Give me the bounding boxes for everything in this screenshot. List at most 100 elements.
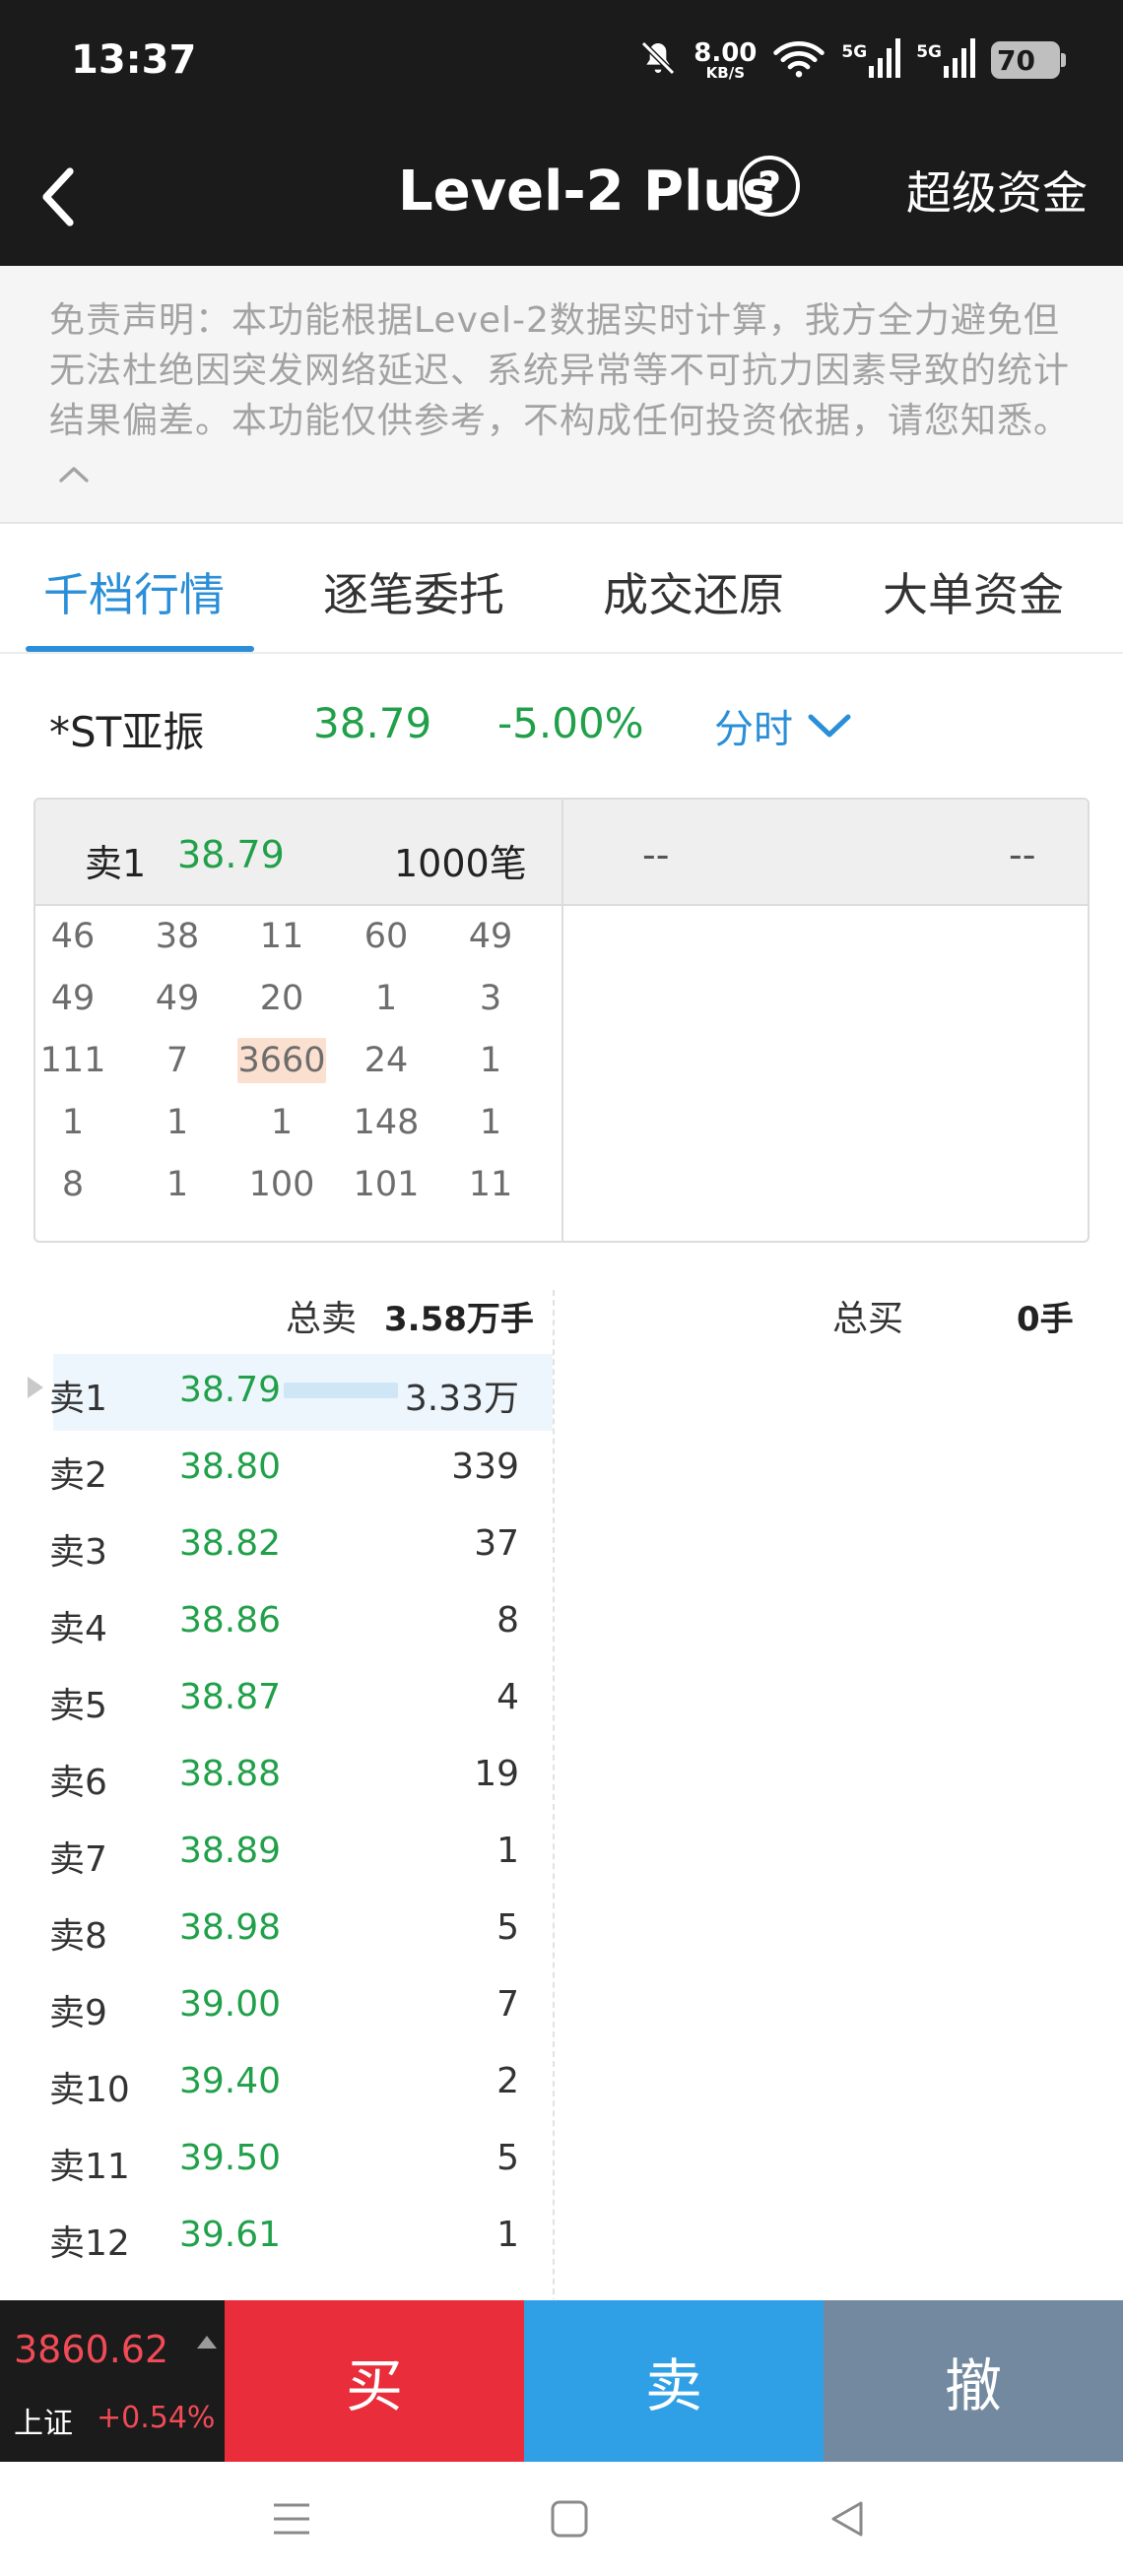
ask-level-label: 卖7 (49, 1839, 107, 1880)
tab-big-order-funds[interactable]: 大单资金 (883, 559, 1064, 624)
queue-cell: 7 (165, 1041, 189, 1080)
queue-right-value: -- (1009, 833, 1036, 876)
help-icon[interactable]: ? (739, 156, 800, 217)
queue-cell: 1 (61, 1103, 85, 1142)
home-square-icon (551, 2500, 588, 2538)
stock-price: 38.79 (313, 699, 432, 747)
ask-row-5[interactable]: 卖5 38.87 4 (0, 1661, 553, 1738)
queue-cell: 1 (270, 1103, 294, 1142)
tab-thousand-level[interactable]: 千档行情 (43, 559, 225, 624)
ask-row-7[interactable]: 卖7 38.89 1 (0, 1815, 553, 1892)
order-book: 总卖 3.58万手 总买 0手 卖1 38.79 3.33万 卖2 38.80 339 卖3… (0, 1280, 1123, 2299)
index-ticker[interactable]: 3860.62 上证 +0.54% (0, 2300, 225, 2462)
queue-cell: 11 (468, 1165, 513, 1204)
sell-button[interactable]: 卖 (524, 2300, 824, 2462)
trade-bar: 3860.62 上证 +0.54% 买 卖 撤 (0, 2300, 1123, 2462)
menu-icon (274, 2503, 309, 2535)
back-triangle-icon (831, 2501, 863, 2537)
ask-volume: 3.33万 (404, 1379, 519, 1419)
period-dropdown[interactable]: 分时 (714, 697, 852, 754)
ask-price: 39.61 (179, 2215, 282, 2255)
disclaimer-panel: 免责声明：本功能根据Level-2数据实时计算，我方全力避免但无法杜绝因突发网络… (0, 266, 1123, 524)
cancel-order-button[interactable]: 撤 (824, 2300, 1123, 2462)
queue-row: 111 7 3660 24 1 (35, 1030, 562, 1091)
queue-cell: 3660 (237, 1038, 326, 1083)
buy-button[interactable]: 买 (225, 2300, 524, 2462)
tab-trade-restore[interactable]: 成交还原 (603, 559, 784, 624)
ask-row-2[interactable]: 卖2 38.80 339 (0, 1431, 553, 1508)
ask-row-8[interactable]: 卖8 38.98 5 (0, 1892, 553, 1968)
queue-cell: 24 (363, 1041, 409, 1080)
total-buy-label: 总买 (832, 1299, 904, 1339)
ask-volume: 37 (474, 1523, 519, 1564)
back-button[interactable] (24, 158, 93, 236)
chevron-up-icon[interactable] (57, 448, 91, 498)
menu-nav-button[interactable] (262, 2491, 321, 2546)
ask-volume: 1 (496, 2215, 519, 2255)
queue-cell: 60 (363, 917, 409, 956)
ask-volume: 5 (496, 2138, 519, 2178)
ask-row-12[interactable]: 卖12 39.61 1 (0, 2199, 553, 2276)
back-nav-button[interactable] (818, 2491, 877, 2546)
tab-tick-orders[interactable]: 逐笔委托 (323, 559, 504, 624)
page-title: Level-2 Plus (398, 160, 775, 224)
stock-change: -5.00% (497, 699, 644, 747)
stock-summary: *ST亚振 38.79 -5.00% 分时 (0, 689, 1123, 768)
queue-cell: 148 (353, 1103, 420, 1142)
ask-price: 39.40 (179, 2061, 282, 2101)
home-nav-button[interactable] (540, 2491, 599, 2546)
disclaimer-text: 免责声明：本功能根据Level-2数据实时计算，我方全力避免但无法杜绝因突发网络… (49, 295, 1093, 498)
order-queue-panel: 卖1 38.79 1000笔 -- -- 46 38 11 60 49 49 49 20 1 3 1… (33, 798, 1090, 1243)
queue-cell: 1 (479, 1103, 502, 1142)
chevron-left-icon (42, 167, 74, 226)
ask-row-4[interactable]: 卖4 38.86 8 (0, 1584, 553, 1661)
ask-price: 38.89 (179, 1831, 282, 1871)
ask-volume: 5 (496, 1907, 519, 1948)
ask-row-6[interactable]: 卖6 38.88 19 (0, 1738, 553, 1815)
queue-cell: 101 (353, 1165, 420, 1204)
queue-cell: 49 (50, 979, 96, 1018)
ask-level-label: 卖10 (49, 2070, 130, 2110)
ask-row-3[interactable]: 卖3 38.82 37 (0, 1508, 553, 1584)
signal-icon (869, 38, 901, 82)
signal-group-2: 5G (916, 38, 975, 82)
index-change: +0.54% (97, 2401, 216, 2435)
queue-divider (562, 800, 563, 1241)
active-tab-indicator (26, 646, 254, 652)
ask-row-11[interactable]: 卖11 39.50 5 (0, 2122, 553, 2199)
ask-level-label: 卖11 (49, 2147, 130, 2187)
ask-level-label: 卖4 (49, 1609, 107, 1649)
queue-cell: 46 (50, 917, 96, 956)
ask-level-label: 卖5 (49, 1686, 107, 1726)
queue-cell: 49 (468, 917, 513, 956)
queue-row: 49 49 20 1 3 (35, 968, 562, 1029)
total-sell-label: 总卖 (286, 1299, 358, 1339)
disclaimer-body: 免责声明：本功能根据Level-2数据实时计算，我方全力避免但无法杜绝因突发网络… (49, 300, 1071, 441)
ask-price: 38.88 (179, 1754, 282, 1794)
battery-icon: 70 (991, 41, 1066, 79)
signal-icon (944, 38, 975, 82)
status-time: 13:37 (71, 37, 197, 83)
ask-level-label: 卖6 (49, 1763, 107, 1803)
tab-bar: 千档行情 逐笔委托 成交还原 大单资金 (0, 524, 1123, 654)
queue-cell: 3 (479, 979, 502, 1018)
ask-price: 38.79 (179, 1370, 282, 1410)
queue-cell: 49 (155, 979, 200, 1018)
ask-price: 39.00 (179, 1984, 282, 2025)
ask-volume: 4 (496, 1677, 519, 1717)
ask-price: 38.87 (179, 1677, 282, 1717)
ask-level-label: 卖3 (49, 1532, 107, 1573)
period-label: 分时 (714, 707, 793, 752)
status-bar: 13:37 8.00 KB/S 5G 5G 70 (0, 0, 1123, 128)
ask-volume: 339 (451, 1447, 519, 1487)
volume-bar (284, 1383, 398, 1398)
signal-group-1: 5G (841, 38, 901, 82)
ask-row-9[interactable]: 卖9 39.00 7 (0, 1968, 553, 2045)
ask-price: 38.98 (179, 1907, 282, 1948)
ask-price: 38.86 (179, 1600, 282, 1641)
status-icons: 8.00 KB/S 5G 5G 70 (638, 35, 1066, 85)
super-fund-button[interactable]: 超级资金 (906, 158, 1088, 223)
ask-row-10[interactable]: 卖10 39.40 2 (0, 2045, 553, 2122)
queue-level-price: 38.79 (177, 833, 285, 876)
queue-cell: 1 (479, 1041, 502, 1080)
